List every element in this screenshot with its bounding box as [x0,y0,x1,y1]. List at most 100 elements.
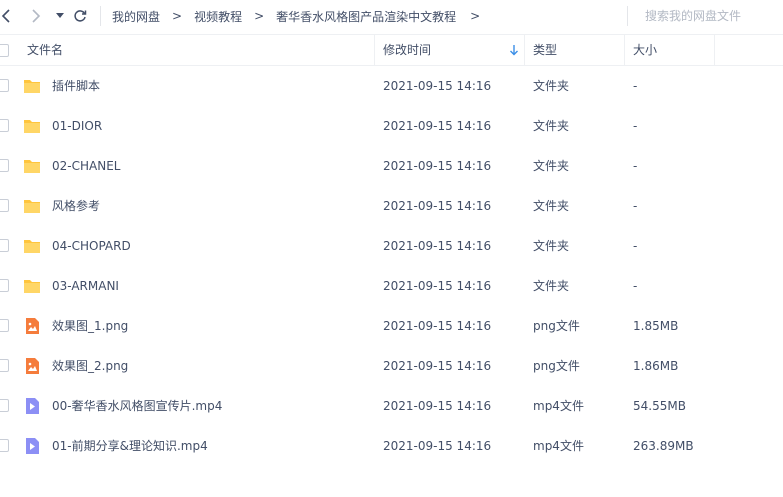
column-name[interactable]: 文件名 [27,35,63,66]
file-row[interactable]: 插件脚本 2021-09-15 14:16 文件夹 - [0,66,783,106]
file-type: mp4文件 [533,399,584,413]
file-name[interactable]: 01-前期分享&理论知识.mp4 [52,426,208,466]
file-size: - [633,239,638,253]
row-checkbox[interactable] [0,119,9,132]
image-file-icon [26,318,39,334]
row-checkbox[interactable] [0,79,9,92]
file-type: 文件夹 [533,279,570,293]
file-type: 文件夹 [533,159,570,173]
column-divider [714,35,715,66]
file-modified: 2021-09-15 14:16 [383,439,492,453]
back-button[interactable] [0,6,16,26]
toolbar: 我的网盘 > 视频教程 > 奢华香水风格图产品渲染中文教程 > 搜索我的网盘文件 [0,0,783,32]
file-modified: 2021-09-15 14:16 [383,359,492,373]
file-modified: 2021-09-15 14:16 [383,79,492,93]
search-divider [627,6,628,26]
video-file-icon [26,398,39,414]
file-modified: 2021-09-15 14:16 [383,399,492,413]
column-header: 文件名 修改时间 类型 大小 [0,34,783,66]
file-name[interactable]: 风格参考 [52,186,100,226]
file-size: - [633,279,638,293]
video-file-icon [26,438,39,454]
file-name[interactable]: 效果图_2.png [52,346,128,386]
folder-icon [24,80,40,93]
file-row[interactable]: 02-CHANEL 2021-09-15 14:16 文件夹 - [0,146,783,186]
folder-icon [24,240,40,253]
file-modified: 2021-09-15 14:16 [383,239,492,253]
forward-button[interactable] [26,6,46,26]
file-size: 54.55MB [633,399,686,413]
column-type[interactable]: 类型 [533,35,557,66]
forward-icon [32,9,41,23]
file-size: - [633,159,638,173]
column-modified[interactable]: 修改时间 [383,35,431,66]
file-row[interactable]: 01-DIOR 2021-09-15 14:16 文件夹 - [0,106,783,146]
breadcrumb-separator: > [254,9,265,23]
file-name[interactable]: 00-奢华香水风格图宣传片.mp4 [52,386,222,426]
folder-icon [24,200,40,213]
folder-icon [24,280,40,293]
breadcrumb-separator: > [172,9,183,23]
file-type: png文件 [533,319,580,333]
breadcrumb-item-my-drive[interactable]: 我的网盘 [112,8,160,25]
file-type: png文件 [533,359,580,373]
select-all-checkbox[interactable] [0,44,9,57]
folder-icon [24,160,40,173]
file-size: - [633,199,638,213]
breadcrumb: 我的网盘 > 视频教程 > 奢华香水风格图产品渲染中文教程 > [112,0,480,32]
file-row[interactable]: 效果图_1.png 2021-09-15 14:16 png文件 1.85MB [0,306,783,346]
file-type: 文件夹 [533,239,570,253]
row-checkbox[interactable] [0,239,9,252]
file-type: 文件夹 [533,199,570,213]
file-name[interactable]: 02-CHANEL [52,146,120,186]
back-icon [1,9,10,23]
column-divider [624,35,625,66]
history-dropdown-button[interactable] [50,6,70,26]
folder-icon [24,120,40,133]
file-row[interactable]: 03-ARMANI 2021-09-15 14:16 文件夹 - [0,266,783,306]
image-file-icon [26,358,39,374]
row-checkbox[interactable] [0,279,9,292]
file-name[interactable]: 01-DIOR [52,106,102,146]
file-size: - [633,79,638,93]
row-checkbox[interactable] [0,359,9,372]
file-modified: 2021-09-15 14:16 [383,319,492,333]
file-size: - [633,119,638,133]
file-size: 1.85MB [633,319,679,333]
file-size: 263.89MB [633,439,694,453]
row-checkbox[interactable] [0,439,9,452]
file-name[interactable]: 04-CHOPARD [52,226,131,266]
file-type: mp4文件 [533,439,584,453]
row-checkbox[interactable] [0,159,9,172]
file-type: 文件夹 [533,119,570,133]
toolbar-divider [100,6,101,26]
file-type: 文件夹 [533,79,570,93]
breadcrumb-separator: > [470,9,481,23]
file-name[interactable]: 效果图_1.png [52,306,128,346]
file-size: 1.86MB [633,359,679,373]
file-modified: 2021-09-15 14:16 [383,199,492,213]
file-name[interactable]: 插件脚本 [52,66,100,106]
row-checkbox[interactable] [0,319,9,332]
file-name[interactable]: 03-ARMANI [52,266,119,306]
file-modified: 2021-09-15 14:16 [383,159,492,173]
refresh-icon [74,10,87,22]
file-row[interactable]: 00-奢华香水风格图宣传片.mp4 2021-09-15 14:16 mp4文件… [0,386,783,426]
breadcrumb-item-current-folder[interactable]: 奢华香水风格图产品渲染中文教程 [276,8,456,25]
sort-desc-icon[interactable] [509,44,519,56]
breadcrumb-item-video-tutorials[interactable]: 视频教程 [194,8,242,25]
refresh-button[interactable] [70,6,90,26]
column-size[interactable]: 大小 [633,35,657,66]
file-row[interactable]: 04-CHOPARD 2021-09-15 14:16 文件夹 - [0,226,783,266]
file-row[interactable]: 01-前期分享&理论知识.mp4 2021-09-15 14:16 mp4文件 … [0,426,783,466]
search-input[interactable]: 搜索我的网盘文件 [645,0,741,32]
file-row[interactable]: 效果图_2.png 2021-09-15 14:16 png文件 1.86MB [0,346,783,386]
file-modified: 2021-09-15 14:16 [383,119,492,133]
row-checkbox[interactable] [0,399,9,412]
column-divider [524,35,525,66]
file-row[interactable]: 风格参考 2021-09-15 14:16 文件夹 - [0,186,783,226]
row-checkbox[interactable] [0,199,9,212]
column-divider [374,35,375,66]
chevron-down-icon [56,13,64,18]
file-modified: 2021-09-15 14:16 [383,279,492,293]
